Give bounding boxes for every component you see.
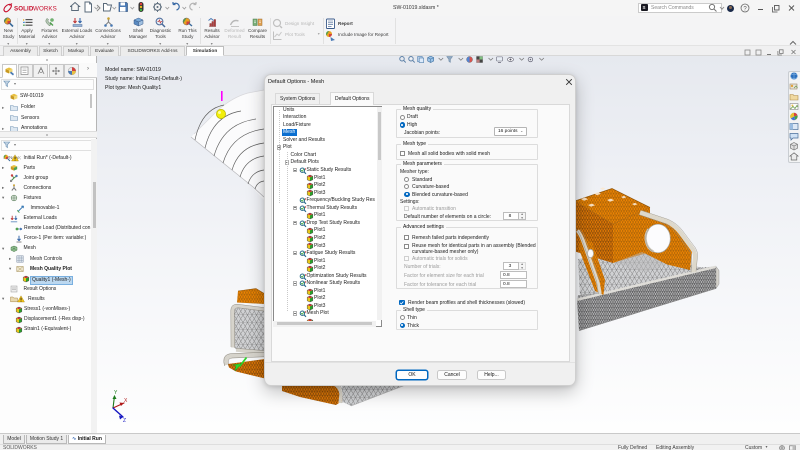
- svg-text:Y: Y: [114, 390, 118, 396]
- svg-text:SOLID: SOLID: [14, 6, 34, 13]
- svg-text:WORKS: WORKS: [33, 6, 57, 13]
- svg-text:Z: Z: [123, 418, 126, 424]
- svg-text:X: X: [124, 398, 128, 404]
